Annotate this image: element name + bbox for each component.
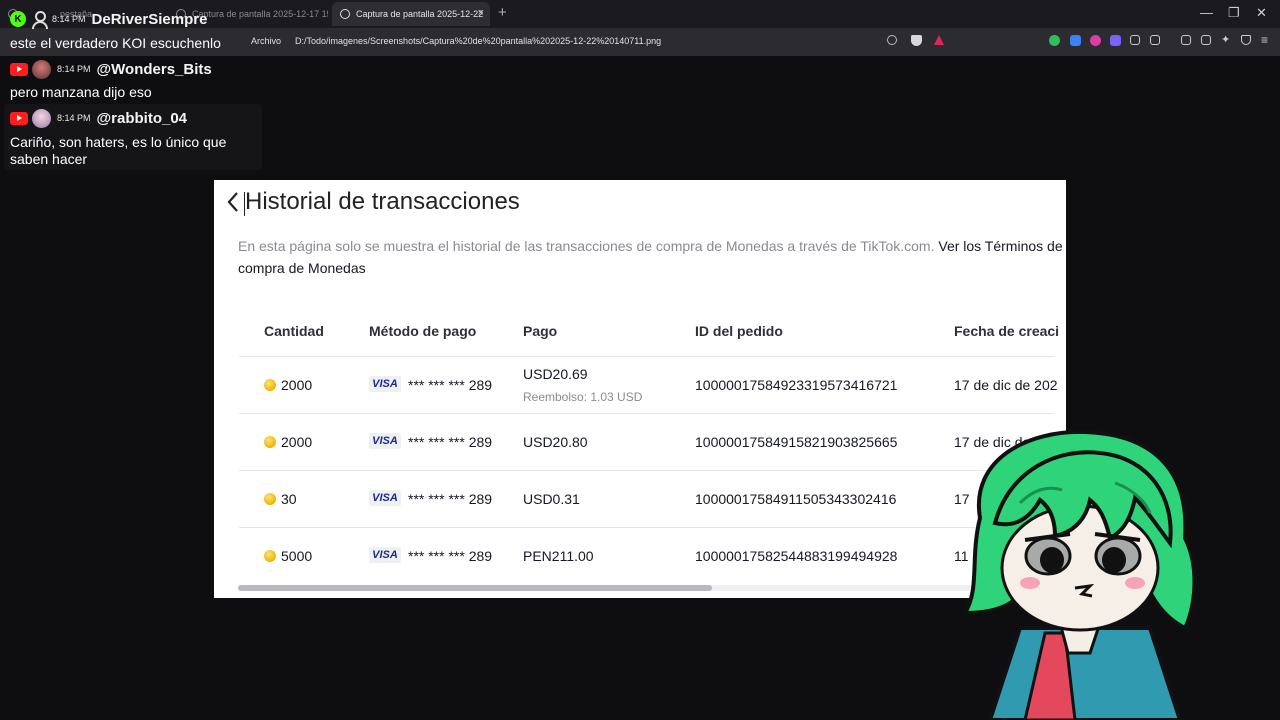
amount: 2000 — [281, 377, 313, 393]
tab-active-label: Captura de pantalla 2025-12-22 — [356, 9, 484, 19]
card-number: *** *** *** 289 — [408, 491, 493, 507]
extension-icon[interactable] — [1070, 35, 1081, 46]
page-title: Historial de transacciones — [245, 188, 520, 215]
table-row: 2000 VISA *** *** *** 289 USD20.69 Reemb… — [239, 356, 1058, 414]
chat-message-text-1: este el verdadero KOI escuchenlo — [10, 35, 221, 51]
wallet-icon[interactable] — [1201, 35, 1211, 45]
chat-message-text-3: Cariño, son haters, es lo único que sabe… — [10, 134, 227, 167]
amount: 30 — [281, 491, 297, 507]
card-number: *** *** *** 289 — [408, 377, 493, 393]
close-tab-icon[interactable]: × — [478, 7, 484, 19]
visa-icon: VISA — [369, 490, 401, 506]
globe-icon — [340, 9, 350, 19]
chat-message-header-1: K 8:14 PM DeRiverSiempre — [10, 8, 207, 30]
order-id: 10000017584915821903825665 — [695, 434, 898, 450]
column-header-payment-method: Método de pago — [369, 323, 477, 339]
payment: USD0.31 — [523, 491, 580, 507]
user-icon — [30, 10, 48, 29]
menu-icon[interactable]: ≡ — [1261, 34, 1272, 46]
address-url[interactable]: D:/Todo/imagenes/Screenshots/Captura%20d… — [295, 36, 661, 46]
table-row: 2000 VISA *** *** *** 289 USD20.80 10000… — [239, 413, 1054, 471]
back-arrow-icon[interactable] — [224, 190, 242, 214]
chat-message-header-2: 8:14 PM @Wonders_Bits — [10, 58, 212, 80]
chat-username: DeRiverSiempre — [91, 10, 208, 28]
coin-icon — [264, 379, 276, 391]
date: 17 de dic de 202 — [954, 377, 1058, 393]
column-header-date: Fecha de creaci — [954, 323, 1060, 339]
coin-icon — [264, 436, 276, 448]
youtube-icon — [10, 62, 28, 76]
coin-icon — [264, 493, 276, 505]
chat-username: @Wonders_Bits — [96, 60, 212, 78]
table-row: 30 VISA *** *** *** 289 USD0.31 10000017… — [239, 470, 1054, 528]
kick-icon: K — [10, 11, 26, 27]
chat-message-text-2: pero manzana dijo eso — [10, 84, 152, 100]
payment: PEN211.00 — [523, 548, 594, 564]
sparkle-icon[interactable]: ✦ — [1221, 35, 1232, 46]
zoom-icon[interactable] — [887, 35, 897, 45]
chat-username: @rabbito_04 — [96, 109, 188, 127]
address-protocol-label: Archivo — [251, 36, 282, 46]
visa-icon: VISA — [369, 547, 401, 563]
visa-icon: VISA — [369, 376, 401, 392]
refund: Reembolso: 1.03 USD — [523, 390, 643, 404]
avatar — [32, 59, 51, 79]
restore-button[interactable]: ❐ — [1228, 6, 1240, 20]
vpn-icon[interactable] — [1241, 35, 1251, 45]
close-window-button[interactable]: ✕ — [1256, 6, 1267, 20]
minimize-button[interactable]: — — [1200, 6, 1213, 20]
order-id: 10000017582544883199494928 — [695, 548, 898, 564]
payment: USD20.80 — [523, 434, 588, 450]
vtuber-character-illustration — [961, 429, 1197, 720]
shield-icon[interactable] — [911, 35, 922, 46]
visa-icon: VISA — [369, 433, 401, 449]
scrollbar-thumb[interactable] — [238, 585, 712, 591]
chat-time: 8:14 PM — [52, 14, 86, 24]
tab-2-label: Captura de pantalla 2025-12-17 153 — [192, 9, 328, 19]
extension-icon[interactable] — [1049, 35, 1060, 46]
extension-icon[interactable] — [1090, 35, 1101, 46]
transaction-history-panel: Historial de transacciones En esta págin… — [214, 180, 1066, 598]
coin-icon — [264, 550, 276, 562]
amount: 2000 — [281, 434, 313, 450]
youtube-icon — [10, 111, 28, 125]
column-header-order-id: ID del pedido — [695, 323, 783, 339]
page-description: En esta página solo se muestra el histor… — [238, 235, 1066, 279]
new-tab-button[interactable]: + — [498, 5, 507, 21]
chat-time: 8:14 PM — [57, 113, 91, 123]
card-number: *** *** *** 289 — [408, 548, 493, 564]
sidebar-icon[interactable] — [1181, 35, 1191, 45]
horizontal-scrollbar[interactable] — [238, 585, 1056, 591]
tab-active[interactable]: Captura de pantalla 2025-12-22 × — [332, 2, 490, 26]
order-id: 10000017584911505343302416 — [695, 491, 897, 507]
amount: 5000 — [281, 548, 313, 564]
table-row: 5000 VISA *** *** *** 289 PEN211.00 1000… — [239, 527, 1054, 585]
screenshot-icon[interactable] — [1150, 35, 1160, 45]
payment: USD20.69 — [523, 366, 588, 382]
column-header-payment: Pago — [523, 323, 558, 339]
chat-message-header-3: 8:14 PM @rabbito_04 — [10, 107, 187, 129]
extension-icon[interactable] — [1110, 35, 1121, 46]
column-header-amount: Cantidad — [264, 323, 324, 339]
rewards-icon[interactable] — [934, 35, 944, 45]
order-id: 1000001758492331957341672​1 — [695, 377, 898, 393]
card-number: *** *** *** 289 — [408, 434, 493, 450]
avatar — [32, 108, 51, 128]
description-text: En esta página solo se muestra el histor… — [238, 238, 935, 254]
chat-time: 8:14 PM — [57, 64, 91, 74]
puzzle-icon[interactable] — [1130, 35, 1140, 45]
